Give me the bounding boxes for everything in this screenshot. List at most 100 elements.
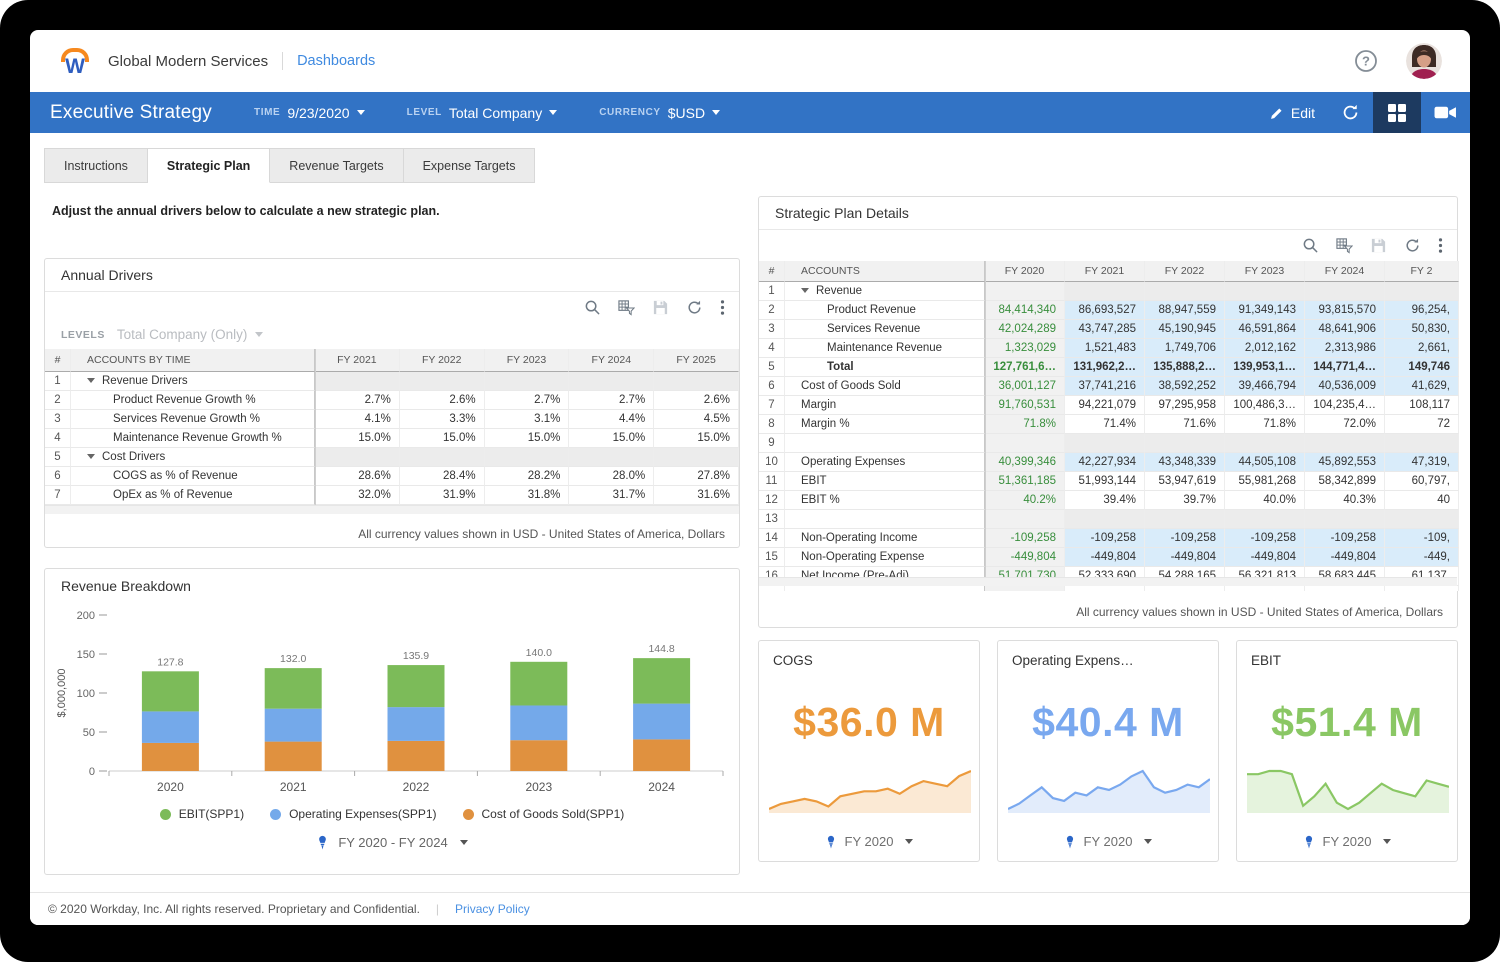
cell[interactable]: 28.6% <box>315 467 400 486</box>
filter-grid-icon[interactable] <box>618 299 635 316</box>
kpi-period-dropdown[interactable]: FY 2020 <box>1237 834 1457 849</box>
cell[interactable]: 42,227,934 <box>1065 453 1145 472</box>
legend-item[interactable]: EBIT(SPP1) <box>160 807 244 821</box>
save-icon[interactable] <box>1370 237 1387 254</box>
workday-logo[interactable]: W <box>58 48 92 75</box>
cell[interactable]: -449,804 <box>1065 548 1145 567</box>
cell[interactable]: 40,536,009 <box>1305 377 1385 396</box>
cell[interactable]: 96,254, <box>1385 301 1459 320</box>
cell[interactable]: 27.8% <box>654 467 739 486</box>
cell[interactable]: 15.0% <box>654 429 739 448</box>
cell[interactable]: 32.0% <box>315 486 400 505</box>
grid-view-button[interactable] <box>1373 92 1421 133</box>
cell[interactable]: -449,804 <box>1225 548 1305 567</box>
cell[interactable]: -109,258 <box>1065 529 1145 548</box>
cell[interactable]: 4.5% <box>654 410 739 429</box>
cell[interactable]: -449,804 <box>1305 548 1385 567</box>
refresh-icon[interactable] <box>686 299 703 316</box>
cell[interactable]: -449, <box>1385 548 1459 567</box>
legend-item[interactable]: Operating Expenses(SPP1) <box>270 807 436 821</box>
expand-collapse-icon[interactable] <box>87 454 95 459</box>
legend-item[interactable]: Cost of Goods Sold(SPP1) <box>463 807 625 821</box>
cell[interactable]: 3.3% <box>400 410 485 429</box>
kebab-menu-icon[interactable] <box>720 299 725 316</box>
refresh-icon[interactable] <box>1404 237 1421 254</box>
save-icon[interactable] <box>652 299 669 316</box>
cell[interactable]: 139,953,1… <box>1225 358 1305 377</box>
cell[interactable]: 37,741,216 <box>1065 377 1145 396</box>
present-button[interactable] <box>1421 92 1470 133</box>
horizontal-scrollbar[interactable] <box>759 577 1457 586</box>
cell[interactable]: 28.0% <box>569 467 654 486</box>
cell[interactable]: 15.0% <box>569 429 654 448</box>
cell[interactable]: 15.0% <box>485 429 570 448</box>
cell[interactable]: 28.2% <box>485 467 570 486</box>
cell[interactable]: 38,592,252 <box>1145 377 1225 396</box>
cell[interactable]: 31.8% <box>485 486 570 505</box>
cell[interactable]: 44,505,108 <box>1225 453 1305 472</box>
privacy-policy-link[interactable]: Privacy Policy <box>455 902 530 916</box>
cell[interactable]: 48,641,906 <box>1305 320 1385 339</box>
edit-button[interactable]: Edit <box>1257 92 1328 133</box>
cell[interactable]: 4.4% <box>569 410 654 429</box>
cell[interactable]: 2.6% <box>400 391 485 410</box>
expand-collapse-icon[interactable] <box>87 378 95 383</box>
tab-instructions[interactable]: Instructions <box>44 148 148 183</box>
cell[interactable]: 28.4% <box>400 467 485 486</box>
cell[interactable]: 2,313,986 <box>1305 339 1385 358</box>
search-icon[interactable] <box>584 299 601 316</box>
dashboards-link[interactable]: Dashboards <box>297 53 375 69</box>
cell[interactable]: 41,629, <box>1385 377 1459 396</box>
cell[interactable]: -109, <box>1385 529 1459 548</box>
cell[interactable]: 131,962,2… <box>1065 358 1145 377</box>
cell[interactable]: 88,947,559 <box>1145 301 1225 320</box>
horizontal-scrollbar[interactable] <box>45 505 739 514</box>
cell[interactable]: 2.7% <box>485 391 570 410</box>
currency-filter-dropdown[interactable]: CURRENCY $USD <box>599 105 720 121</box>
cell[interactable]: 2,012,162 <box>1225 339 1305 358</box>
cell[interactable]: 47,319, <box>1385 453 1459 472</box>
cell[interactable]: 144,771,4… <box>1305 358 1385 377</box>
kebab-menu-icon[interactable] <box>1438 237 1443 254</box>
cell[interactable]: 1,521,483 <box>1065 339 1145 358</box>
avatar[interactable] <box>1406 43 1442 79</box>
level-filter-dropdown[interactable]: LEVEL Total Company <box>407 105 558 121</box>
cell[interactable]: 39,466,794 <box>1225 377 1305 396</box>
cell[interactable]: 2.7% <box>569 391 654 410</box>
cell[interactable]: 149,746 <box>1385 358 1459 377</box>
cell[interactable]: 93,815,570 <box>1305 301 1385 320</box>
tab-revenue-targets[interactable]: Revenue Targets <box>270 148 403 183</box>
search-icon[interactable] <box>1302 237 1319 254</box>
kpi-period-dropdown[interactable]: FY 2020 <box>998 834 1218 849</box>
refresh-button[interactable] <box>1328 92 1373 133</box>
cell[interactable]: 31.9% <box>400 486 485 505</box>
cell[interactable]: 43,348,339 <box>1145 453 1225 472</box>
cell[interactable]: 15.0% <box>400 429 485 448</box>
levels-dropdown[interactable]: LEVELS Total Company (Only) <box>61 327 263 342</box>
cell[interactable]: 45,892,553 <box>1305 453 1385 472</box>
chart-period-dropdown[interactable]: FY 2020 - FY 2024 <box>45 835 739 850</box>
cell[interactable]: 31.6% <box>654 486 739 505</box>
cell[interactable]: 2,661, <box>1385 339 1459 358</box>
cell[interactable]: 3.1% <box>485 410 570 429</box>
tab-strategic-plan[interactable]: Strategic Plan <box>148 148 270 183</box>
kpi-period-dropdown[interactable]: FY 2020 <box>759 834 979 849</box>
cell[interactable]: 31.7% <box>569 486 654 505</box>
cell[interactable]: 86,693,527 <box>1065 301 1145 320</box>
cell[interactable]: 135,888,2… <box>1145 358 1225 377</box>
help-icon[interactable]: ? <box>1354 49 1378 73</box>
cell[interactable]: 2.7% <box>315 391 400 410</box>
cell[interactable]: 50,830, <box>1385 320 1459 339</box>
cell[interactable]: 43,747,285 <box>1065 320 1145 339</box>
expand-collapse-icon[interactable] <box>801 288 809 293</box>
cell[interactable]: -449,804 <box>1145 548 1225 567</box>
cell[interactable]: 4.1% <box>315 410 400 429</box>
cell[interactable]: 2.6% <box>654 391 739 410</box>
filter-grid-icon[interactable] <box>1336 237 1353 254</box>
cell[interactable]: 15.0% <box>315 429 400 448</box>
cell[interactable]: -109,258 <box>1145 529 1225 548</box>
cell[interactable]: 1,749,706 <box>1145 339 1225 358</box>
cell[interactable]: -109,258 <box>1225 529 1305 548</box>
tab-expense-targets[interactable]: Expense Targets <box>404 148 536 183</box>
cell[interactable]: -109,258 <box>1305 529 1385 548</box>
